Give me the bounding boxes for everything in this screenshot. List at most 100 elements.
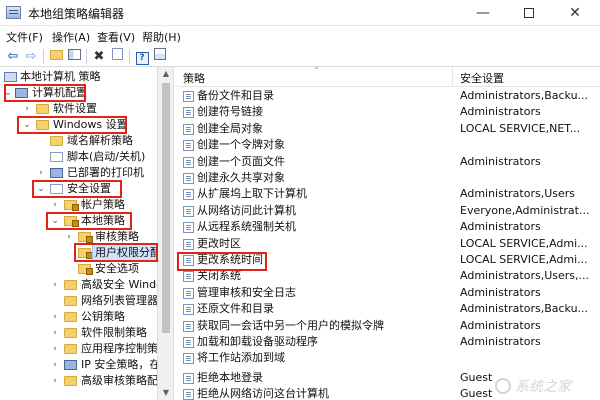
maximize-button[interactable]: [506, 0, 552, 26]
policy-row[interactable]: 创建符号链接 Administrators: [175, 104, 600, 120]
highlight-local-policies: [46, 212, 132, 230]
policy-row[interactable]: 更改时区 LOCAL SERVICE,Admi...: [175, 236, 600, 252]
policy-icon: [183, 156, 194, 168]
policy-row[interactable]: 从远程系统强制关机 Administrators: [175, 219, 600, 235]
expand-icon[interactable]: ›: [36, 165, 46, 181]
menu-view[interactable]: 查看(V): [97, 29, 135, 45]
menu-file[interactable]: 文件(F): [6, 29, 43, 45]
up-folder-icon[interactable]: [47, 48, 65, 65]
tree-item-security-options[interactable]: 安全选项: [0, 261, 157, 277]
policy-row[interactable]: 创建一个页面文件 Administrators: [175, 154, 600, 170]
export-list-icon[interactable]: [108, 48, 126, 65]
policy-row[interactable]: 创建全局对象 LOCAL SERVICE,NET...: [175, 121, 600, 137]
scroll-down-icon[interactable]: ▼: [158, 386, 174, 400]
policy-icon: [183, 271, 194, 283]
column-security-setting[interactable]: 安全设置: [460, 70, 504, 86]
forward-arrow-icon[interactable]: ⇨: [22, 48, 40, 65]
help-icon[interactable]: ?: [133, 48, 151, 65]
close-button[interactable]: ✕: [552, 0, 598, 26]
policy-icon: [183, 140, 194, 152]
tree-item-deployed-printers[interactable]: › 已部署的打印机: [0, 165, 157, 181]
watermark-text: 系统之家: [515, 379, 571, 395]
expand-icon[interactable]: ›: [50, 309, 60, 325]
policy-row[interactable]: 备份文件和目录 Administrators,Backu...: [175, 88, 600, 104]
policy-icon: [183, 304, 194, 316]
policy-icon: [183, 189, 194, 201]
delete-icon[interactable]: ✖: [90, 48, 108, 65]
title-bar: 本地组策略编辑器 — ✕: [0, 0, 600, 26]
folder-icon: [64, 280, 77, 290]
menu-help[interactable]: 帮助(H): [142, 29, 181, 45]
folder-icon: [50, 136, 63, 146]
tree-item-ip-security-policies[interactable]: › IP 安全策略，在: [0, 357, 157, 373]
policy-icon: [183, 373, 194, 384]
folder-icon: [64, 328, 77, 338]
tree-item-scripts[interactable]: 脚本(启动/关机): [0, 149, 157, 165]
column-header: 策略 ⌃ 安全设置: [175, 67, 600, 87]
tree-item-local-computer-policy[interactable]: 本地计算机 策略: [0, 69, 157, 85]
policy-list-pane: 策略 ⌃ 安全设置 备份文件和目录 Administrators,Backu...…: [175, 67, 600, 400]
tree-item-app-control-policies[interactable]: › 应用程序控制策略: [0, 341, 157, 357]
toolbar: ⇦ ⇨ ✖ ?: [0, 46, 600, 67]
policy-row[interactable]: 从网络访问此计算机 Everyone,Administrat...: [175, 203, 600, 219]
policy-icon: [183, 389, 194, 400]
policy-icon: [183, 337, 194, 348]
ip-security-icon: [64, 360, 77, 370]
expand-icon[interactable]: ›: [50, 197, 60, 213]
tree-item-account-policies[interactable]: › 帐户策略: [0, 197, 157, 213]
secure-folder-icon: [78, 264, 93, 275]
expand-icon[interactable]: ›: [50, 373, 60, 389]
window-title: 本地组策略编辑器: [28, 7, 125, 21]
policy-icon: [183, 107, 194, 119]
expand-icon[interactable]: ›: [22, 101, 32, 117]
tree-item-network-list-manager[interactable]: 网络列表管理器: [0, 293, 157, 309]
tree-item-advanced-audit-config[interactable]: › 高级审核策略配置: [0, 373, 157, 389]
tree-item-public-key-policies[interactable]: › 公钥策略: [0, 309, 157, 325]
tree-item-software-restriction[interactable]: › 软件限制策略: [0, 325, 157, 341]
menu-bar: 文件(F) 操作(A) 查看(V) 帮助(H): [0, 26, 600, 46]
expand-icon[interactable]: ›: [50, 341, 60, 357]
show-hide-tree-icon[interactable]: [65, 48, 83, 65]
policy-icon: [183, 353, 194, 365]
properties-icon[interactable]: [151, 48, 169, 65]
policy-icon: [183, 123, 194, 135]
expand-icon[interactable]: ›: [50, 325, 60, 341]
policy-icon: [183, 205, 194, 217]
policy-row[interactable]: 管理审核和安全日志 Administrators: [175, 285, 600, 301]
printer-icon: [50, 168, 63, 178]
policy-icon: [183, 238, 194, 250]
expand-icon[interactable]: ›: [50, 277, 60, 293]
folder-icon: [64, 296, 77, 306]
policy-icon: [183, 320, 194, 332]
tree-item-name-resolution-policy[interactable]: 域名解析策略: [0, 133, 157, 149]
watermark-logo-icon: [495, 378, 511, 394]
expand-icon[interactable]: ›: [64, 229, 74, 245]
secure-folder-icon: [78, 232, 93, 243]
menu-action[interactable]: 操作(A): [52, 29, 90, 45]
highlight-windows-settings: [17, 116, 127, 134]
scroll-thumb[interactable]: [162, 83, 170, 333]
maximize-icon: [524, 8, 534, 18]
script-icon: [50, 152, 63, 162]
policy-row[interactable]: 创建一个令牌对象: [175, 137, 600, 153]
policy-row[interactable]: 加载和卸载设备驱动程序 Administrators: [175, 334, 600, 350]
folder-icon: [64, 312, 77, 322]
sort-ascending-icon: ⌃: [313, 67, 320, 75]
tree-item-advanced-firewall[interactable]: › 高级安全 Window: [0, 277, 157, 293]
column-policy[interactable]: 策略: [183, 70, 205, 86]
back-arrow-icon[interactable]: ⇦: [4, 48, 22, 65]
tree-scrollbar[interactable]: ▲ ▼: [158, 67, 174, 400]
policy-row[interactable]: 从扩展坞上取下计算机 Administrators,Users: [175, 186, 600, 202]
minimize-button[interactable]: —: [460, 0, 506, 26]
policy-row[interactable]: 将工作站添加到域: [175, 350, 600, 366]
expand-icon[interactable]: ›: [50, 357, 60, 373]
policy-row[interactable]: 还原文件和目录 Administrators,Backu...: [175, 301, 600, 317]
policy-row[interactable]: 获取同一会话中另一个用户的模拟令牌 Administrators: [175, 318, 600, 334]
highlight-security-settings: [32, 180, 122, 198]
highlight-change-system-time: [177, 252, 267, 271]
tree-item-software-settings[interactable]: › 软件设置: [0, 101, 157, 117]
secure-folder-icon: [64, 200, 79, 211]
policy-row[interactable]: 创建永久共享对象: [175, 170, 600, 186]
highlight-computer-config: [4, 84, 86, 102]
scroll-up-icon[interactable]: ▲: [158, 67, 174, 81]
